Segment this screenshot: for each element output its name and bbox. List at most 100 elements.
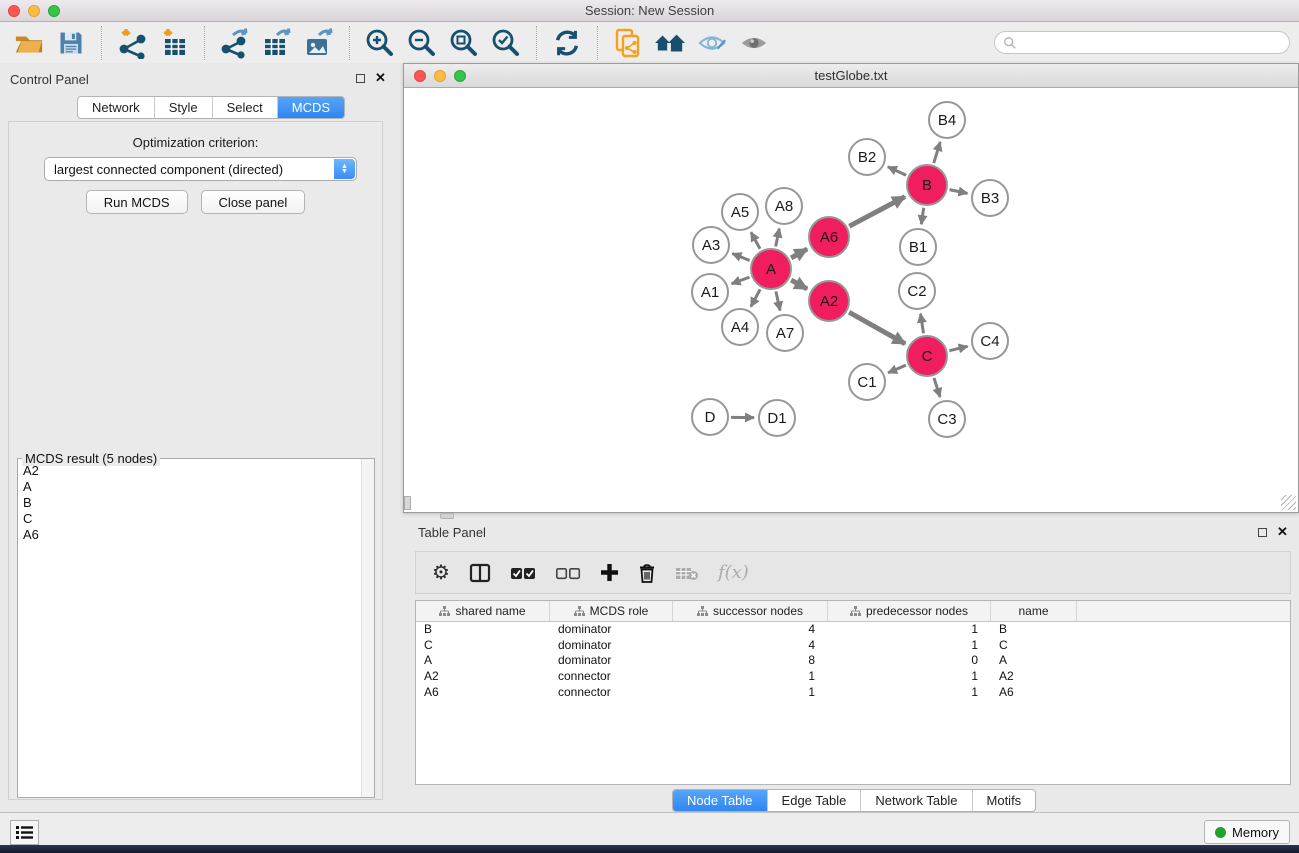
panel-collapse-handle[interactable]	[404, 496, 411, 510]
edge-A-A7[interactable]	[776, 291, 780, 310]
tab-select[interactable]: Select	[212, 97, 277, 118]
tab-network-table[interactable]: Network Table	[860, 790, 971, 811]
open-file-button[interactable]	[10, 25, 48, 61]
node-C2[interactable]: C2	[899, 273, 935, 309]
edge-A-A8[interactable]	[776, 229, 780, 247]
refresh-button[interactable]	[548, 25, 586, 61]
mcds-result-item[interactable]: B	[23, 495, 360, 511]
edge-B-B1[interactable]	[921, 208, 923, 224]
save-session-button[interactable]	[52, 25, 90, 61]
close-panel-icon[interactable]: ✕	[375, 73, 386, 83]
export-network-button[interactable]	[216, 25, 254, 61]
node-B3[interactable]: B3	[972, 180, 1008, 216]
tab-mcds[interactable]: MCDS	[277, 97, 344, 118]
export-image-button[interactable]	[300, 25, 338, 61]
network-window-titlebar[interactable]: testGlobe.txt	[404, 64, 1298, 88]
node-C[interactable]: C	[907, 336, 947, 376]
node-D1[interactable]: D1	[759, 400, 795, 436]
import-network-button[interactable]	[113, 25, 151, 61]
column-header-MCDS-role[interactable]: MCDS role	[550, 601, 673, 621]
zoom-selected-button[interactable]	[487, 25, 525, 61]
search-field[interactable]	[994, 31, 1290, 54]
node-A[interactable]: A	[751, 249, 791, 289]
node-A1[interactable]: A1	[692, 274, 728, 310]
edge-C-C3[interactable]	[934, 378, 940, 397]
tab-node-table[interactable]: Node Table	[673, 790, 767, 811]
delete-column-button[interactable]	[638, 563, 656, 583]
node-C4[interactable]: C4	[972, 323, 1008, 359]
deselect-all-button[interactable]	[555, 566, 581, 580]
edge-A-A4[interactable]	[751, 289, 760, 306]
mcds-result-item[interactable]: A6	[23, 527, 360, 543]
tab-edge-table[interactable]: Edge Table	[767, 790, 861, 811]
node-B1[interactable]: B1	[900, 229, 936, 265]
add-column-button[interactable]	[600, 563, 619, 582]
edge-A2-C[interactable]	[849, 312, 905, 344]
clone-network-button[interactable]	[609, 25, 647, 61]
task-history-button[interactable]	[10, 820, 39, 845]
edge-C-C1[interactable]	[888, 365, 906, 373]
close-panel-button[interactable]: Close panel	[201, 190, 306, 214]
search-input[interactable]	[1021, 35, 1289, 51]
edge-A-A5[interactable]	[751, 232, 760, 249]
edge-A-A6[interactable]	[791, 249, 807, 258]
node-B2[interactable]: B2	[849, 139, 885, 175]
close-table-panel-icon[interactable]: ✕	[1277, 527, 1288, 537]
column-header-shared-name[interactable]: shared name	[416, 601, 550, 621]
zoom-in-button[interactable]	[361, 25, 399, 61]
column-header-successor-nodes[interactable]: successor nodes	[673, 601, 828, 621]
node-A6[interactable]: A6	[809, 217, 849, 257]
column-header-predecessor-nodes[interactable]: predecessor nodes	[828, 601, 991, 621]
node-A7[interactable]: A7	[767, 315, 803, 351]
node-B4[interactable]: B4	[929, 102, 965, 138]
table-row[interactable]: Cdominator41C	[416, 638, 1290, 654]
show-graphics-button[interactable]	[735, 25, 773, 61]
edge-C-C2[interactable]	[920, 314, 923, 334]
home-button[interactable]	[651, 25, 689, 61]
node-B[interactable]: B	[907, 165, 947, 205]
zoom-fit-button[interactable]	[445, 25, 483, 61]
mcds-result-item[interactable]: A	[23, 479, 360, 495]
tab-network[interactable]: Network	[78, 97, 154, 118]
splitter-handle[interactable]	[440, 513, 454, 519]
edge-A-A1[interactable]	[732, 277, 750, 284]
table-row[interactable]: Adominator80A	[416, 653, 1290, 669]
import-table-button[interactable]	[155, 25, 193, 61]
table-row[interactable]: A6connector11A6	[416, 685, 1290, 701]
edge-A-A3[interactable]	[732, 254, 749, 261]
float-table-panel-icon[interactable]	[1258, 528, 1267, 537]
node-A3[interactable]: A3	[693, 227, 729, 263]
network-canvas[interactable]: B4B2BB3A5A8A6A3B1AA1C2A2A4A7C4CC1DD1C3	[404, 88, 1298, 512]
node-C1[interactable]: C1	[849, 364, 885, 400]
result-scrollbar[interactable]	[361, 459, 374, 797]
edge-B-B4[interactable]	[934, 142, 940, 163]
mcds-result-item[interactable]: A2	[23, 463, 360, 479]
edge-B-B2[interactable]	[888, 167, 906, 176]
edge-A6-B[interactable]	[849, 197, 905, 227]
node-A4[interactable]: A4	[722, 309, 758, 345]
mcds-result-item[interactable]: C	[23, 511, 360, 527]
node-C3[interactable]: C3	[929, 401, 965, 437]
float-panel-icon[interactable]	[356, 74, 365, 83]
zoom-out-button[interactable]	[403, 25, 441, 61]
tab-style[interactable]: Style	[154, 97, 212, 118]
edge-A-A2[interactable]	[791, 280, 807, 289]
delete-table-button[interactable]	[675, 565, 699, 581]
run-mcds-button[interactable]: Run MCDS	[86, 190, 188, 214]
memory-button[interactable]: Memory	[1204, 820, 1290, 844]
resize-grip[interactable]	[1281, 495, 1296, 510]
table-row[interactable]: Bdominator41B	[416, 622, 1290, 638]
node-A2[interactable]: A2	[809, 281, 849, 321]
node-A5[interactable]: A5	[722, 194, 758, 230]
edge-C-C4[interactable]	[949, 346, 967, 350]
show-column-button[interactable]	[469, 563, 491, 583]
function-builder-button[interactable]: f(x)	[718, 562, 749, 583]
tab-motifs[interactable]: Motifs	[972, 790, 1036, 811]
column-header-name[interactable]: name	[991, 601, 1077, 621]
export-table-button[interactable]	[258, 25, 296, 61]
table-options-button[interactable]: ⚙	[432, 563, 450, 583]
node-A8[interactable]: A8	[766, 188, 802, 224]
select-all-button[interactable]	[510, 566, 536, 580]
edge-B-B3[interactable]	[950, 190, 968, 194]
hide-annotations-button[interactable]	[693, 25, 731, 61]
